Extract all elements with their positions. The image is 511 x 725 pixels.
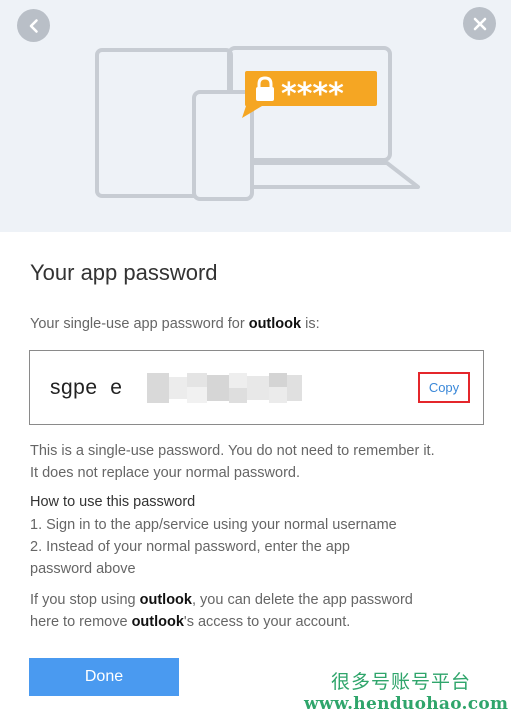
stop-app-name: outlook xyxy=(139,592,192,608)
single-use-note: This is a single-use password. You do no… xyxy=(30,440,490,484)
howto-steps: 1. Sign in to the app/service using your… xyxy=(30,514,490,580)
stop-prefix: If you stop using xyxy=(30,592,140,608)
hero-banner: **** xyxy=(0,0,511,232)
note-line-2: It does not replace your normal password… xyxy=(30,465,300,481)
watermark-cn: 很多号账号平台 xyxy=(331,671,472,693)
phone-outline xyxy=(192,90,254,201)
subtitle-suffix: is: xyxy=(301,316,320,332)
watermark-url: www.henduohao.com xyxy=(304,694,509,714)
app-name: outlook xyxy=(248,316,302,332)
app-password-subtitle: Your single-use app password for outlook… xyxy=(30,316,320,332)
password-box: sgpe e Copy xyxy=(29,350,484,425)
stop-line2-suffix: 's access to your account. xyxy=(183,614,351,630)
back-button[interactable] xyxy=(17,9,50,42)
stop-line2-app-name: outlook xyxy=(131,614,184,630)
password-redaction xyxy=(147,373,302,403)
step-2-line-2: password above xyxy=(30,561,136,577)
password-value[interactable]: sgpe e xyxy=(50,376,122,400)
stop-using-note: If you stop using outlook, you can delet… xyxy=(30,589,490,633)
subtitle-prefix: Your single-use app password for xyxy=(30,316,249,332)
note-line-1: This is a single-use password. You do no… xyxy=(30,443,435,459)
devices-illustration: **** xyxy=(95,46,420,201)
step-2-line-1: 2. Instead of your normal password, ente… xyxy=(30,539,350,555)
close-button[interactable] xyxy=(463,7,496,40)
howto-heading: How to use this password xyxy=(30,494,196,510)
close-icon xyxy=(473,17,486,30)
page-title: Your app password xyxy=(30,260,218,285)
stop-middle: , you can delete the app password xyxy=(191,592,413,608)
done-button[interactable]: Done xyxy=(29,658,179,696)
step-1: 1. Sign in to the app/service using your… xyxy=(30,517,397,533)
chevron-left-icon xyxy=(29,18,38,33)
stop-line-1: If you stop using outlook, you can delet… xyxy=(30,589,490,611)
copy-button[interactable]: Copy xyxy=(418,372,470,403)
password-badge-text: **** xyxy=(281,77,344,112)
stop-line2-prefix: here to remove xyxy=(30,614,132,630)
stop-line-2: here to remove outlook's access to your … xyxy=(30,611,490,633)
